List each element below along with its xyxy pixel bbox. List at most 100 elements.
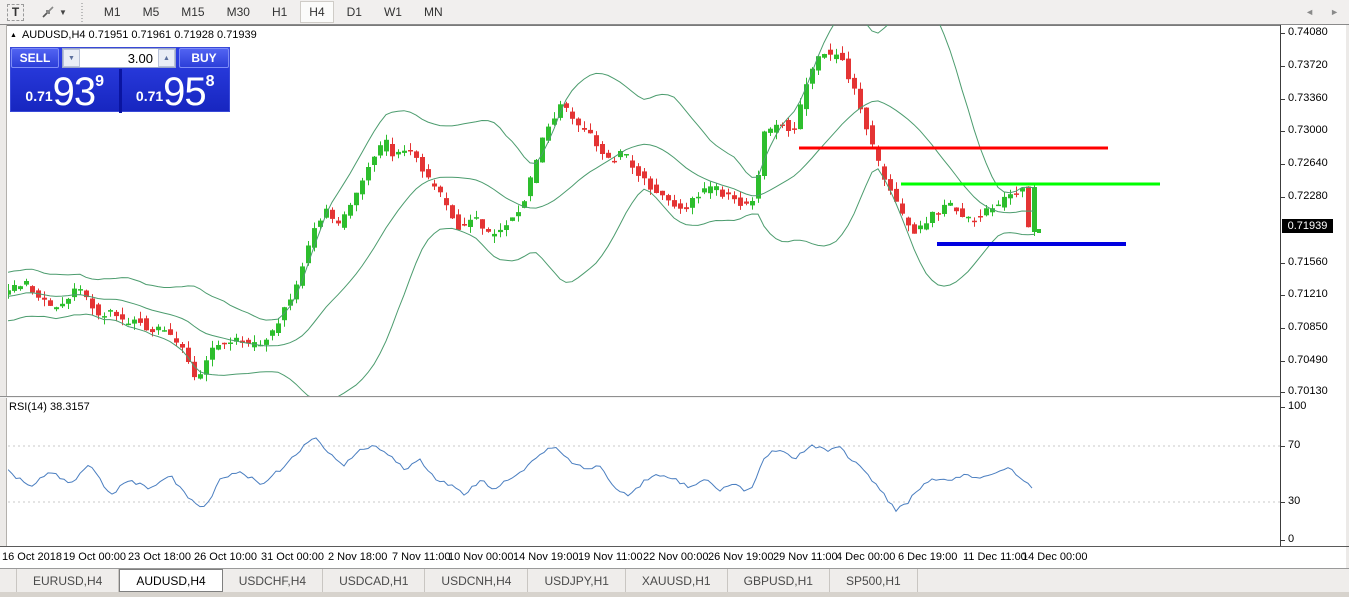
price-axis-label: 0.73360 (1288, 92, 1328, 104)
axis-tick (1281, 540, 1285, 541)
tab-xauusd-h1[interactable]: XAUUSD,H1 (626, 569, 728, 592)
toolbar-grip[interactable] (80, 3, 85, 22)
price-axis-label: 0.73000 (1288, 124, 1328, 136)
price-axis-label: 0.72640 (1288, 157, 1328, 169)
axis-tick (1281, 164, 1285, 165)
time-axis-label: 19 Nov 11:00 (578, 551, 643, 563)
current-price-marker (1037, 229, 1041, 233)
text-tool-icon: T (7, 4, 24, 21)
tab-usdcnh-h4[interactable]: USDCNH,H4 (425, 569, 528, 592)
one-click-trading-panel: SELL ▼ ▲ BUY 0.71 93 9 0.71 95 8 (10, 47, 230, 112)
timeframe-button-mn[interactable]: MN (415, 1, 452, 23)
buy-price-pip: 8 (206, 73, 215, 91)
buy-price-big: 95 (163, 76, 206, 109)
timeframe-button-w1[interactable]: W1 (375, 1, 411, 23)
axis-tick (1281, 33, 1285, 34)
time-axis-label: 26 Oct 10:00 (194, 551, 257, 563)
time-axis-label: 10 Nov 00:00 (448, 551, 513, 563)
tab-usdcad-h1[interactable]: USDCAD,H1 (323, 569, 425, 592)
time-axis-label: 19 Oct 00:00 (63, 551, 126, 563)
sell-button[interactable]: SELL (11, 48, 59, 68)
axis-tick (1281, 295, 1285, 296)
volume-decrease-button[interactable]: ▼ (63, 49, 80, 67)
arrows-tool-button[interactable]: ▼ (37, 2, 70, 23)
symbol-ohlc-text: AUDUSD,H4 0.71951 0.71961 0.71928 0.7193… (22, 29, 257, 41)
sell-price[interactable]: 0.71 93 9 (11, 69, 119, 113)
current-price-tag: 0.71939 (1282, 219, 1333, 233)
status-strip (0, 592, 1349, 597)
time-axis-label: 22 Nov 00:00 (643, 551, 708, 563)
axis-tick (1281, 328, 1285, 329)
tab-scroll-controls: ◄ ► (1305, 0, 1339, 24)
time-axis-label: 29 Nov 11:00 (773, 551, 838, 563)
volume-input[interactable] (80, 49, 158, 67)
tab-audusd-h4[interactable]: AUDUSD,H4 (119, 569, 222, 592)
time-axis-label: 6 Dec 19:00 (898, 551, 957, 563)
rsi-axis-label: 0 (1288, 533, 1294, 545)
window-frame-left (0, 25, 7, 546)
axis-tick (1281, 392, 1285, 393)
tab-usdjpy-h1[interactable]: USDJPY,H1 (528, 569, 625, 592)
axis-tick (1281, 66, 1285, 67)
sell-price-prefix: 0.71 (25, 88, 52, 104)
tab-gbpusd-h1[interactable]: GBPUSD,H1 (728, 569, 830, 592)
time-axis-label: 14 Nov 19:00 (513, 551, 578, 563)
tab-scroll-right-icon[interactable]: ► (1330, 7, 1339, 17)
tab-eurusd-h4[interactable]: EURUSD,H4 (16, 569, 119, 592)
time-axis-label: 16 Oct 2018 (2, 551, 62, 563)
time-axis-label: 7 Nov 11:00 (392, 551, 451, 563)
buy-button[interactable]: BUY (179, 48, 229, 68)
price-axis-label: 0.70850 (1288, 321, 1328, 333)
chart-ohlc-title: ▲ AUDUSD,H4 0.71951 0.71961 0.71928 0.71… (10, 29, 257, 41)
rsi-axis-label: 70 (1288, 439, 1300, 451)
axis-tick (1281, 197, 1285, 198)
price-axis-label: 0.70130 (1288, 385, 1328, 397)
text-tool-button[interactable]: T (4, 2, 27, 23)
volume-increase-button[interactable]: ▲ (158, 49, 175, 67)
chevron-down-icon: ▼ (59, 8, 67, 17)
mt4-window: T ▼ M1M5M15M30H1H4D1W1MN ▲ AUDUSD,H4 0.7… (0, 0, 1349, 597)
time-axis-label: 11 Dec 11:00 (963, 551, 1027, 563)
time-axis-label: 14 Dec 00:00 (1022, 551, 1087, 563)
timeframe-button-m1[interactable]: M1 (95, 1, 130, 23)
rsi-indicator-pane[interactable] (8, 398, 1281, 546)
price-axis[interactable]: 0.74080 0.73720 0.73360 0.73000 0.72640 0.722… (1281, 25, 1346, 546)
price-axis-label: 0.71210 (1288, 288, 1328, 300)
sell-price-pip: 9 (95, 73, 104, 91)
axis-tick (1281, 361, 1285, 362)
timeframe-button-d1[interactable]: D1 (338, 1, 371, 23)
toolbar: T ▼ M1M5M15M30H1H4D1W1MN (0, 0, 1349, 25)
axis-tick (1281, 99, 1285, 100)
rsi-axis-label: 100 (1288, 400, 1306, 412)
bollinger-lower-band (8, 169, 1034, 398)
time-axis[interactable]: 16 Oct 201819 Oct 00:0023 Oct 18:0026 Oc… (0, 547, 1281, 568)
chart-tab-bar: EURUSD,H4AUDUSD,H4USDCHF,H4USDCAD,H1USDC… (0, 568, 1349, 592)
timeframe-button-h1[interactable]: H1 (263, 1, 296, 23)
price-axis-label: 0.70490 (1288, 354, 1328, 366)
axis-tick (1281, 502, 1285, 503)
time-axis-label: 31 Oct 00:00 (261, 551, 324, 563)
volume-control: ▼ ▲ (62, 48, 176, 68)
price-axis-label: 0.73720 (1288, 59, 1328, 71)
buy-price[interactable]: 0.71 95 8 (122, 69, 230, 113)
price-axis-label: 0.71560 (1288, 256, 1328, 268)
timeframe-button-h4[interactable]: H4 (300, 1, 333, 23)
rsi-axis-label: 30 (1288, 495, 1300, 507)
timeframe-button-m30[interactable]: M30 (218, 1, 259, 23)
time-axis-label: 2 Nov 18:00 (328, 551, 387, 563)
arrows-tool-icon (40, 4, 56, 20)
triangle-up-icon: ▲ (10, 32, 17, 39)
time-axis-label: 26 Nov 19:00 (708, 551, 773, 563)
tab-scroll-left-icon[interactable]: ◄ (1305, 7, 1314, 17)
rsi-line (8, 438, 1032, 511)
timeframe-button-m15[interactable]: M15 (172, 1, 213, 23)
tab-usdchf-h4[interactable]: USDCHF,H4 (223, 569, 323, 592)
price-axis-label: 0.74080 (1288, 26, 1328, 38)
sell-price-big: 93 (53, 76, 96, 109)
axis-tick (1281, 446, 1285, 447)
timeframe-button-m5[interactable]: M5 (134, 1, 169, 23)
tab-sp500-h1[interactable]: SP500,H1 (830, 569, 918, 592)
price-axis-label: 0.72280 (1288, 190, 1328, 202)
timeframe-buttons: M1M5M15M30H1H4D1W1MN (93, 1, 454, 23)
axis-tick (1281, 407, 1285, 408)
